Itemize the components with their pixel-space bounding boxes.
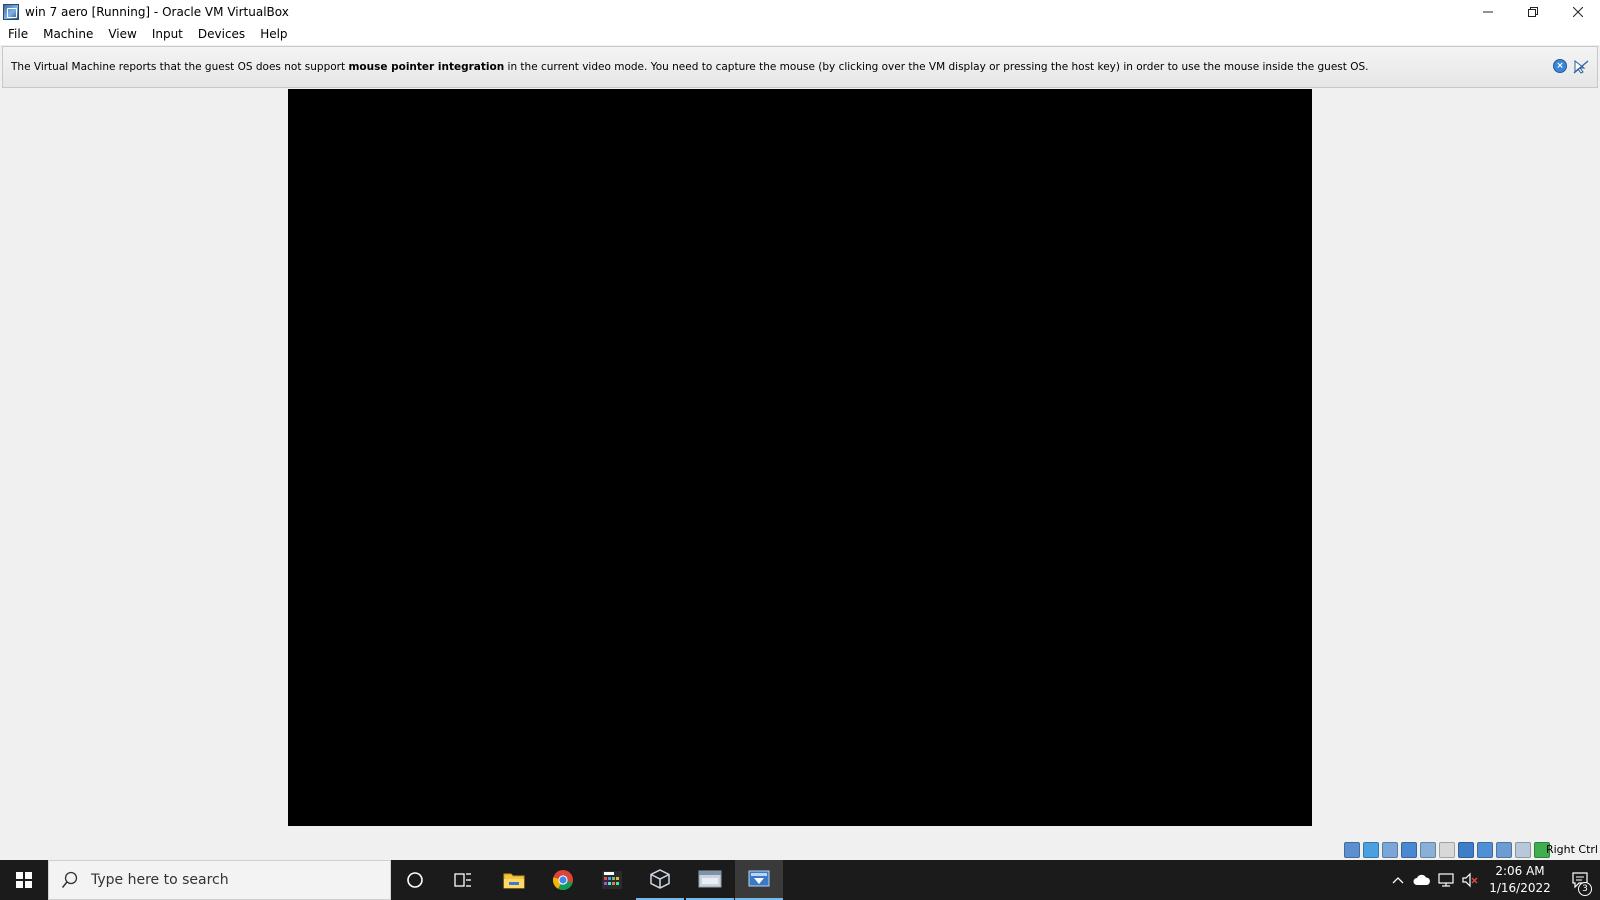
virtualbox-window: win 7 aero [Running] - Oracle VM Virtual… bbox=[0, 0, 1600, 860]
chrome-button[interactable] bbox=[539, 860, 587, 900]
chevron-up-icon bbox=[1392, 877, 1404, 884]
search-icon bbox=[61, 871, 79, 889]
vm-window-button[interactable] bbox=[735, 860, 783, 900]
menu-file[interactable]: File bbox=[2, 23, 34, 45]
file-explorer-icon bbox=[503, 873, 525, 889]
status-bar: Right Ctrl bbox=[0, 840, 1600, 860]
hard-disk-icon[interactable] bbox=[1344, 842, 1360, 858]
menu-help[interactable]: Help bbox=[254, 23, 293, 45]
minimize-icon bbox=[1482, 11, 1493, 12]
search-placeholder: Type here to search bbox=[91, 872, 229, 888]
virtualbox-app-icon[interactable] bbox=[3, 3, 19, 20]
start-app-button[interactable] bbox=[588, 860, 636, 900]
notice-suppress-button[interactable] bbox=[1573, 59, 1589, 74]
shared-folder-icon[interactable] bbox=[1439, 842, 1455, 858]
notice-text-after: in the current video mode. You need to c… bbox=[504, 61, 1369, 73]
app-window-icon bbox=[698, 870, 722, 888]
vm-display[interactable] bbox=[288, 89, 1312, 826]
clock-time: 2:06 AM bbox=[1495, 864, 1545, 878]
virtualbox-icon bbox=[650, 869, 670, 889]
notice-close-button[interactable]: × bbox=[1553, 59, 1567, 73]
volume-tray-button[interactable] bbox=[1458, 860, 1482, 900]
window-controls bbox=[1465, 0, 1600, 23]
volume-muted-icon bbox=[1462, 872, 1478, 888]
menu-view[interactable]: View bbox=[102, 23, 142, 45]
clock-date: 1/16/2022 bbox=[1489, 881, 1551, 895]
display-icon[interactable] bbox=[1458, 842, 1474, 858]
usb-icon[interactable] bbox=[1420, 842, 1436, 858]
start-button[interactable] bbox=[0, 860, 48, 900]
cortana-button[interactable] bbox=[391, 860, 439, 900]
action-center-button[interactable]: 3 bbox=[1560, 860, 1600, 900]
cortana-icon bbox=[407, 872, 423, 888]
file-explorer-button[interactable] bbox=[490, 860, 538, 900]
restore-button[interactable] bbox=[1510, 0, 1555, 23]
chrome-icon bbox=[552, 870, 573, 891]
network-icon bbox=[1438, 873, 1454, 887]
menu-devices[interactable]: Devices bbox=[192, 23, 251, 45]
onedrive-tray-button[interactable] bbox=[1410, 860, 1434, 900]
cloud-icon bbox=[1413, 874, 1430, 885]
network-icon[interactable] bbox=[1401, 842, 1417, 858]
taskbar-clock[interactable]: 2:06 AM 1/16/2022 bbox=[1480, 863, 1560, 897]
title-bar[interactable]: win 7 aero [Running] - Oracle VM Virtual… bbox=[0, 0, 1600, 23]
notice-text-before: The Virtual Machine reports that the gue… bbox=[11, 61, 349, 73]
menu-input[interactable]: Input bbox=[146, 23, 189, 45]
windows-logo-icon bbox=[16, 872, 32, 888]
app-window-button[interactable] bbox=[686, 860, 734, 900]
mouse-pointer-disabled-icon bbox=[1573, 59, 1589, 74]
host-key-label: Right Ctrl bbox=[1545, 843, 1598, 856]
task-view-icon bbox=[454, 873, 471, 887]
show-hidden-icons-button[interactable] bbox=[1386, 860, 1410, 900]
restore-icon bbox=[1527, 6, 1538, 17]
mouse-integration-icon[interactable] bbox=[1515, 842, 1531, 858]
taskbar-search-box[interactable]: Type here to search bbox=[48, 860, 391, 900]
menu-bar: File Machine View Input Devices Help bbox=[0, 23, 1600, 45]
video-capture-icon[interactable] bbox=[1477, 842, 1493, 858]
menu-machine[interactable]: Machine bbox=[37, 23, 99, 45]
windows-taskbar: Type here to search 2:06 AM 1/16/2022 3 bbox=[0, 860, 1600, 900]
notice-text-bold: mouse pointer integration bbox=[348, 61, 505, 73]
status-icons bbox=[1344, 842, 1550, 858]
optical-drive-icon[interactable] bbox=[1363, 842, 1379, 858]
close-button[interactable] bbox=[1555, 0, 1600, 23]
cpu-icon[interactable] bbox=[1496, 842, 1512, 858]
mouse-integration-notice: The Virtual Machine reports that the gue… bbox=[2, 46, 1598, 88]
minimize-button[interactable] bbox=[1465, 0, 1510, 23]
start-menu-app-icon bbox=[602, 871, 622, 889]
audio-icon[interactable] bbox=[1382, 842, 1398, 858]
close-icon bbox=[1572, 6, 1583, 17]
notice-buttons: × bbox=[1553, 59, 1589, 74]
notice-text: The Virtual Machine reports that the gue… bbox=[11, 61, 1368, 73]
notification-count-badge: 3 bbox=[1578, 882, 1592, 896]
network-tray-button[interactable] bbox=[1434, 860, 1458, 900]
window-title: win 7 aero [Running] - Oracle VM Virtual… bbox=[25, 4, 289, 19]
vm-running-icon bbox=[748, 870, 770, 887]
virtualbox-manager-button[interactable] bbox=[636, 860, 684, 900]
task-view-button[interactable] bbox=[439, 860, 487, 900]
